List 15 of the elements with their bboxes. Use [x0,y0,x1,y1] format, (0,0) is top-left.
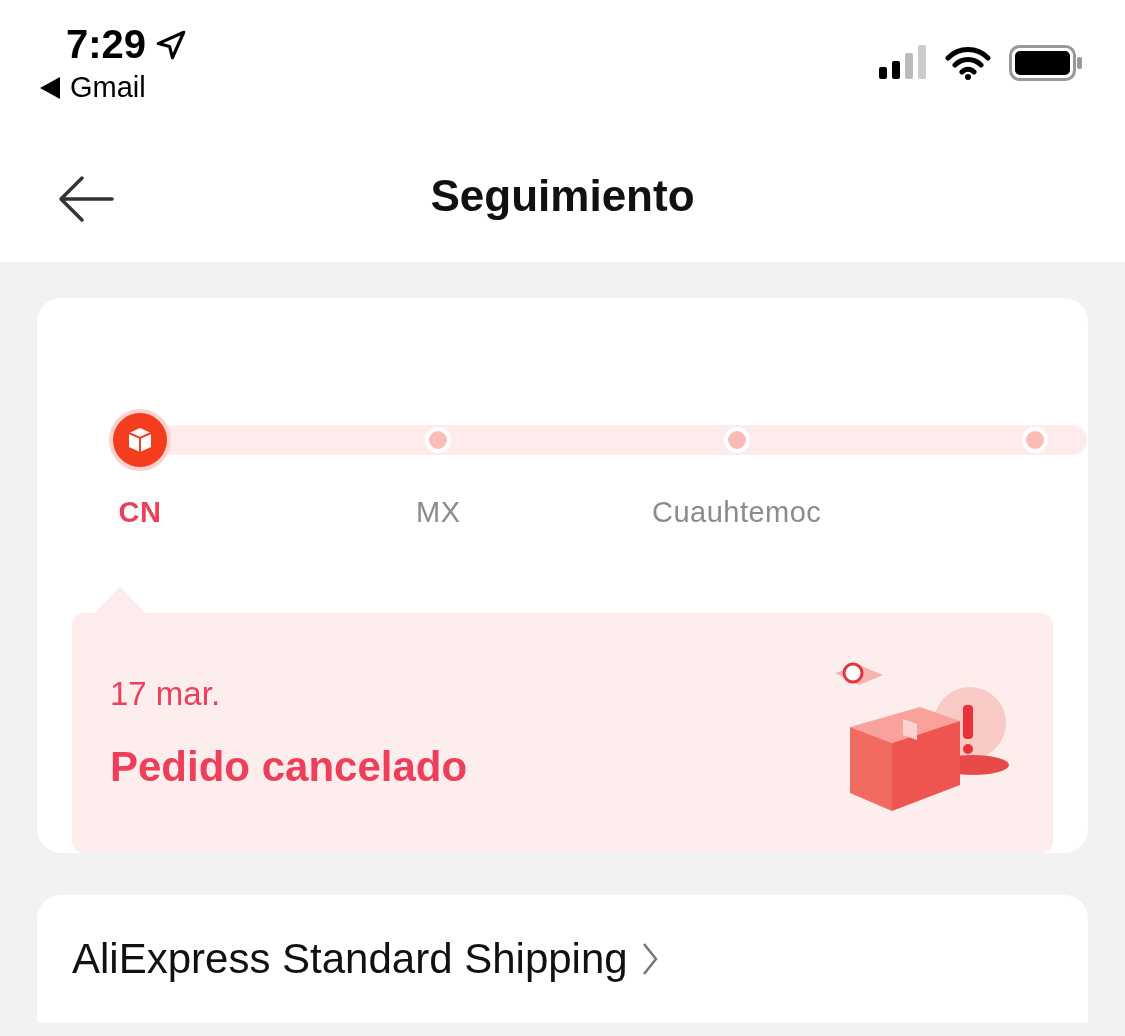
shipping-card[interactable]: AliExpress Standard Shipping [37,895,1088,1023]
step-label: Cuauhtemoc [651,496,822,529]
step-label: CN [118,496,162,529]
status-time: 7:29 [66,22,147,67]
event-date: 17 mar. [110,675,222,713]
event-status: Pedido cancelado [110,743,468,791]
signal-icon [879,45,927,81]
shipping-method: AliExpress Standard Shipping [72,935,628,983]
wifi-icon [945,46,991,80]
chevron-right-icon [641,942,658,976]
page-title: Seguimiento [430,171,695,221]
back-triangle-icon[interactable] [40,76,60,99]
step-label: MX [416,496,461,529]
back-to-app-link[interactable]: Gmail [70,71,146,104]
battery-icon [1009,45,1083,81]
